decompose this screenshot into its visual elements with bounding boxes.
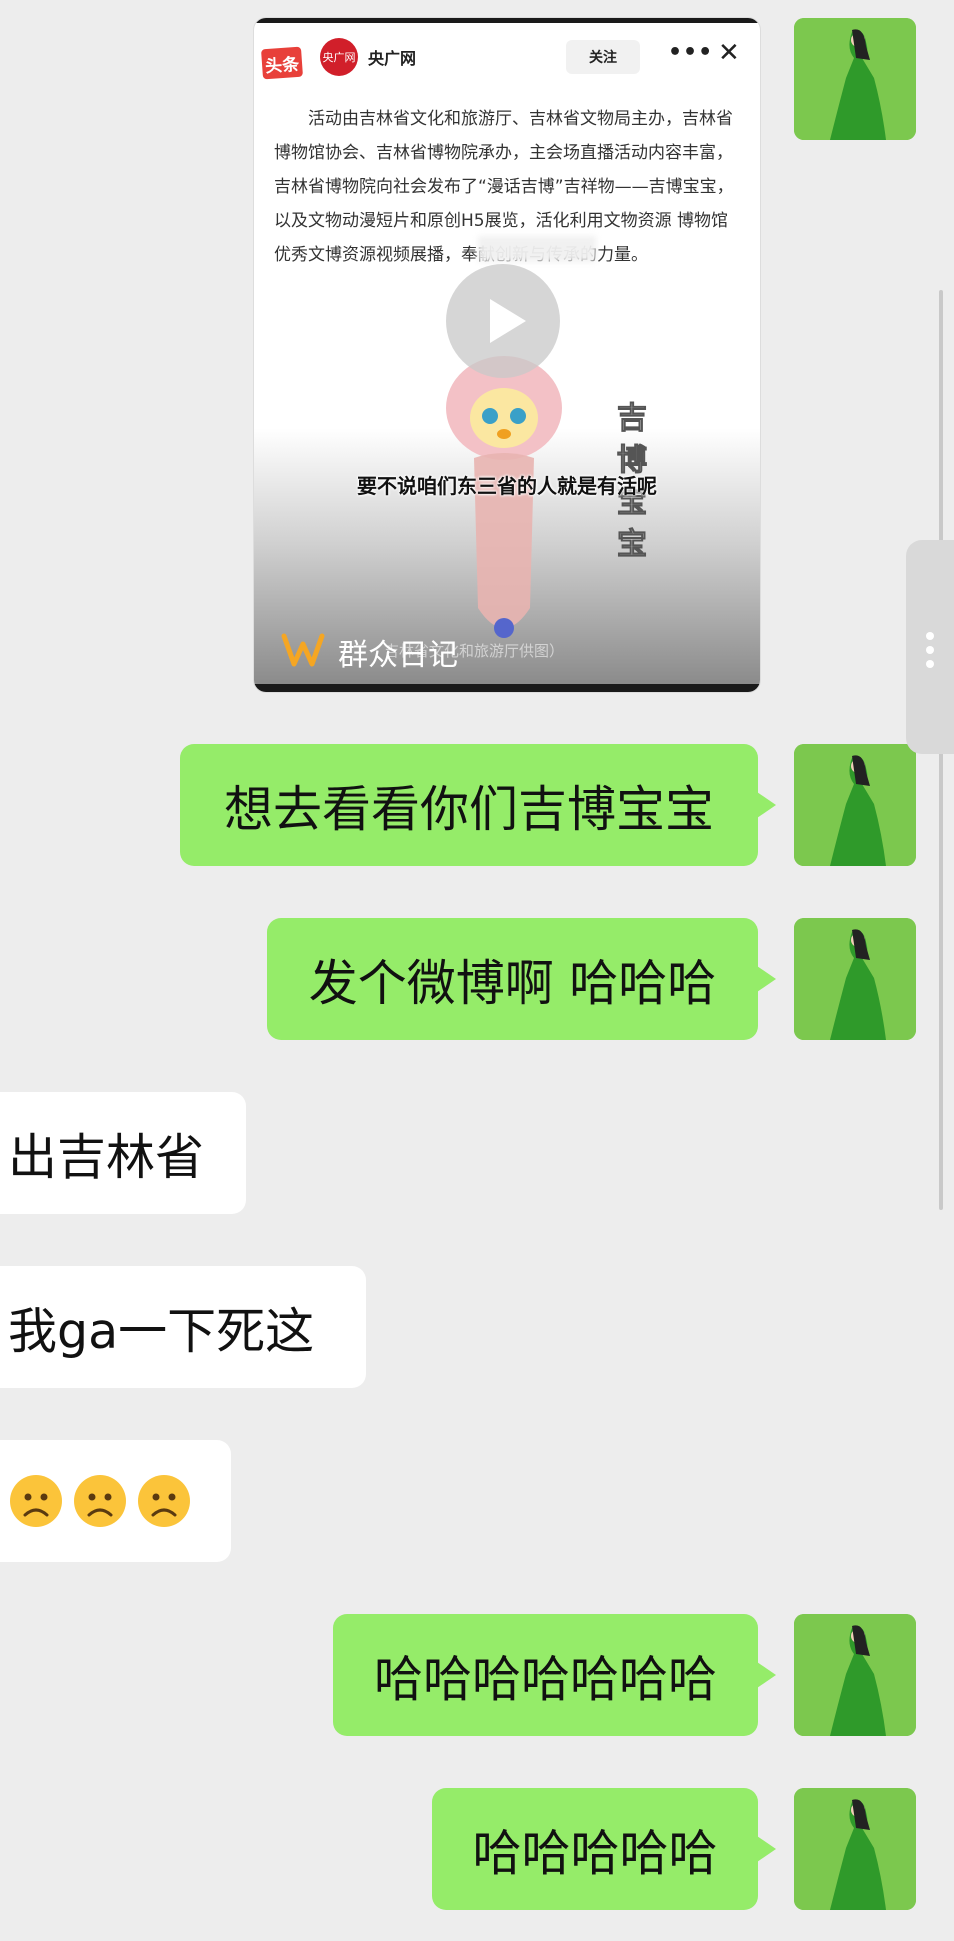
card-top-bar — [254, 18, 760, 23]
card-bottom-bar — [254, 684, 760, 692]
other-message-bubble[interactable]: 我ga一下死这 — [0, 1266, 366, 1388]
more-options-icon[interactable]: ••• — [668, 40, 713, 65]
my-avatar[interactable] — [794, 18, 916, 140]
frowning-face-icon — [138, 1475, 190, 1527]
image-caption: 吉林省文化和旅游厅供图） — [384, 642, 565, 660]
my-avatar[interactable] — [794, 918, 916, 1040]
my-message-bubble[interactable]: 发个微博啊 哈哈哈 — [267, 918, 758, 1040]
toutiao-logo: 头条 — [261, 46, 303, 80]
my-avatar[interactable] — [794, 1788, 916, 1910]
watermark-logo-icon — [281, 633, 325, 667]
source-name: 央广网 — [368, 49, 417, 68]
mascot-illustration — [446, 356, 562, 638]
drag-dots-icon — [926, 632, 934, 674]
play-button[interactable] — [446, 264, 560, 378]
my-avatar[interactable] — [794, 744, 916, 866]
scroll-handle[interactable] — [906, 540, 954, 754]
my-avatar[interactable] — [794, 1614, 916, 1736]
frowning-face-icon — [10, 1475, 62, 1527]
follow-button[interactable]: 关注 — [566, 40, 640, 74]
source-logo: 央广网 — [320, 38, 358, 76]
other-emoji-message-bubble[interactable] — [0, 1440, 231, 1562]
my-message-bubble[interactable]: 哈哈哈哈哈哈哈 — [333, 1614, 758, 1736]
frowning-face-icon — [74, 1475, 126, 1527]
my-message-bubble[interactable]: 哈哈哈哈哈 — [432, 1788, 758, 1910]
close-icon[interactable]: ✕ — [718, 38, 740, 68]
my-message-bubble[interactable]: 想去看看你们吉博宝宝 — [180, 744, 758, 866]
blurred-region — [478, 236, 596, 262]
shared-video-card[interactable]: 头条 央广网 央广网 关注 ••• ✕ 活动由吉林省文化和旅游厅、吉林省文物局主… — [254, 18, 760, 692]
other-message-bubble[interactable]: 出吉林省 — [0, 1092, 246, 1214]
video-subtitle: 要不说咱们东三省的人就是有活呢 — [357, 474, 657, 498]
